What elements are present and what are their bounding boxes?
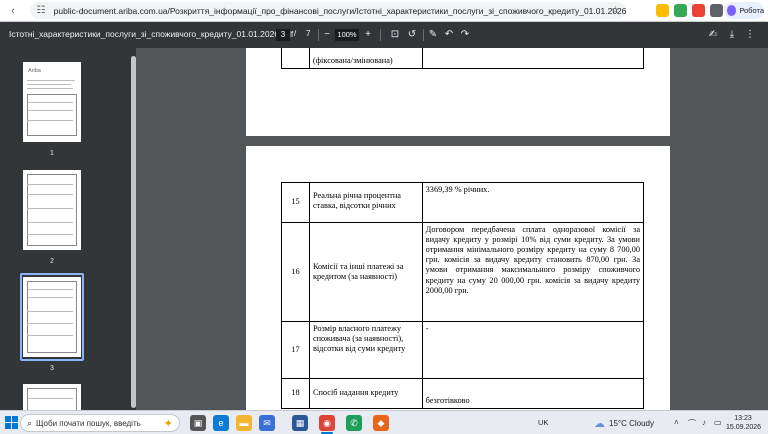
total-pages: 7 — [306, 29, 311, 38]
search-icon: ⌕ — [27, 417, 33, 428]
pdf-page-3: 15 Реальна річна процентна ставка, відсо… — [246, 146, 670, 410]
row-value: - — [421, 321, 645, 379]
avatar — [727, 5, 737, 16]
volume-icon[interactable]: ♪ — [702, 418, 706, 427]
pdf-page-2: (фіксована/змінювана) — [246, 48, 670, 136]
table-cell-name: (фіксована/змінювана) — [308, 48, 423, 69]
rotate-icon[interactable]: ↺ — [406, 28, 418, 42]
extension-icon[interactable] — [674, 4, 687, 17]
chat-icon[interactable]: ✆ — [346, 415, 362, 431]
row-number: 15 — [281, 182, 310, 223]
input-language[interactable]: UK — [538, 418, 548, 427]
clock-date: 15.09.2026 — [726, 424, 762, 431]
extensions-puzzle-icon[interactable] — [710, 4, 723, 17]
sign-icon[interactable]: ✍ — [707, 28, 719, 42]
row-name: Спосіб надання кредиту — [308, 378, 423, 409]
row-name: Реальна річна процентна ставка, відсотки… — [308, 182, 423, 223]
pdf-toolbar: Істотні_характеристики_послуги_зі_спожив… — [0, 22, 768, 48]
toolbar-divider — [318, 29, 319, 41]
edge-icon[interactable]: e — [213, 415, 229, 431]
more-options-icon[interactable]: ⋮ — [744, 28, 756, 42]
url-bar[interactable]: ☷ public-document.ariba.com.ua/Розкриття… — [30, 2, 626, 19]
weather-widget[interactable]: ☁ 15°C Cloudy — [594, 417, 654, 430]
table-row: 16 Комісії та інші платежі за кредитом (… — [281, 222, 645, 322]
bookmark-star-icon[interactable]: ☆ — [611, 5, 620, 16]
taskbar-search-box[interactable]: ⌕ Щоби почати пошук, введіть ✦ — [20, 414, 180, 432]
row-number: 16 — [281, 222, 310, 322]
page-thumbnail-4[interactable] — [23, 384, 81, 410]
extension-icon[interactable] — [656, 4, 669, 17]
battery-icon[interactable]: ▭ — [714, 418, 722, 427]
page-thumbnail-3[interactable] — [23, 277, 81, 357]
thumbnail-header: Ariba — [28, 68, 41, 74]
thumbnail-number: 1 — [50, 150, 54, 157]
pdf-viewer[interactable]: (фіксована/змінювана) 15 Реальна річна п… — [136, 48, 768, 410]
zoom-level-input[interactable]: 100% — [335, 29, 359, 41]
page-separator: / — [294, 29, 297, 38]
download-icon[interactable]: ⤓ — [726, 28, 738, 42]
mail-icon[interactable]: ✉ — [259, 415, 275, 431]
undo-icon[interactable]: ↶ — [443, 28, 455, 42]
redo-icon[interactable]: ↷ — [459, 28, 471, 42]
pdf-filename: Істотні_характеристики_послуги_зі_спожив… — [9, 29, 294, 39]
row-value: безготівково — [421, 378, 645, 409]
search-highlight-icon: ✦ — [163, 417, 173, 430]
extension-icon[interactable] — [692, 4, 705, 17]
profile-label: Робота — [739, 6, 764, 15]
weather-text: 15°C Cloudy — [609, 419, 654, 428]
zoom-out-button[interactable]: − — [321, 28, 333, 42]
toolbar-divider — [423, 29, 424, 41]
cloud-icon: ☁ — [594, 418, 605, 430]
fit-to-page-icon[interactable]: ⊡ — [389, 28, 401, 42]
url-text: public-document.ariba.com.ua/Розкриття_і… — [53, 5, 626, 16]
app-icon[interactable]: ◆ — [373, 415, 389, 431]
draw-icon[interactable]: ✎ — [427, 28, 439, 42]
back-icon[interactable]: ‹ — [6, 4, 20, 18]
page-thumbnail-2[interactable] — [23, 170, 81, 250]
row-name: Комісії та інші платежі за кредитом (за … — [308, 222, 423, 322]
characteristics-table-fragment: (фіксована/змінювана) — [281, 48, 645, 69]
row-name: Розмір власного платежу споживача (за на… — [308, 321, 423, 379]
tray-chevron-icon[interactable]: ˄ — [674, 418, 679, 427]
page-number-input[interactable]: 3 — [276, 29, 290, 41]
table-row: 17 Розмір власного платежу споживача (за… — [281, 321, 645, 379]
zoom-in-button[interactable]: + — [362, 28, 374, 42]
table-row: 18 Спосіб надання кредиту безготівково — [281, 378, 645, 409]
os-taskbar: ⌕ Щоби почати пошук, введіть ✦ ▣ e ▬ ✉ ▦… — [0, 410, 768, 434]
windows-start-icon[interactable] — [5, 416, 18, 429]
system-clock[interactable]: 13:23 15.09.2026 — [726, 414, 762, 432]
row-value: Договором передбачена сплата одноразової… — [421, 222, 645, 322]
task-view-icon[interactable]: ▣ — [190, 415, 206, 431]
site-info-icon[interactable]: ☷ — [34, 5, 48, 16]
page-thumbnail-1[interactable]: Ariba — [23, 62, 81, 142]
browser-address-bar: ‹ ☷ public-document.ariba.com.ua/Розкрит… — [0, 0, 768, 22]
table-row: 15 Реальна річна процентна ставка, відсо… — [281, 182, 645, 223]
thumbnail-sidebar: Ariba 1 2 3 — [0, 48, 131, 410]
thumbnail-number: 3 — [50, 365, 54, 372]
file-explorer-icon[interactable]: ▬ — [236, 415, 252, 431]
row-number: 18 — [281, 378, 310, 409]
characteristics-table: 15 Реальна річна процентна ставка, відсо… — [281, 182, 645, 409]
profile-button[interactable]: Робота — [724, 2, 764, 19]
toolbar-divider — [380, 29, 381, 41]
row-number: 17 — [281, 321, 310, 379]
store-icon[interactable]: ▦ — [292, 415, 308, 431]
clock-time: 13:23 — [734, 415, 752, 422]
thumbnail-number: 2 — [50, 258, 54, 265]
chrome-icon[interactable]: ◉ — [319, 415, 335, 431]
row-value: 3369,39 % річних. — [421, 182, 645, 223]
network-icon[interactable]: ⌒ — [688, 418, 696, 429]
search-placeholder: Щоби почати пошук, введіть — [36, 418, 141, 428]
